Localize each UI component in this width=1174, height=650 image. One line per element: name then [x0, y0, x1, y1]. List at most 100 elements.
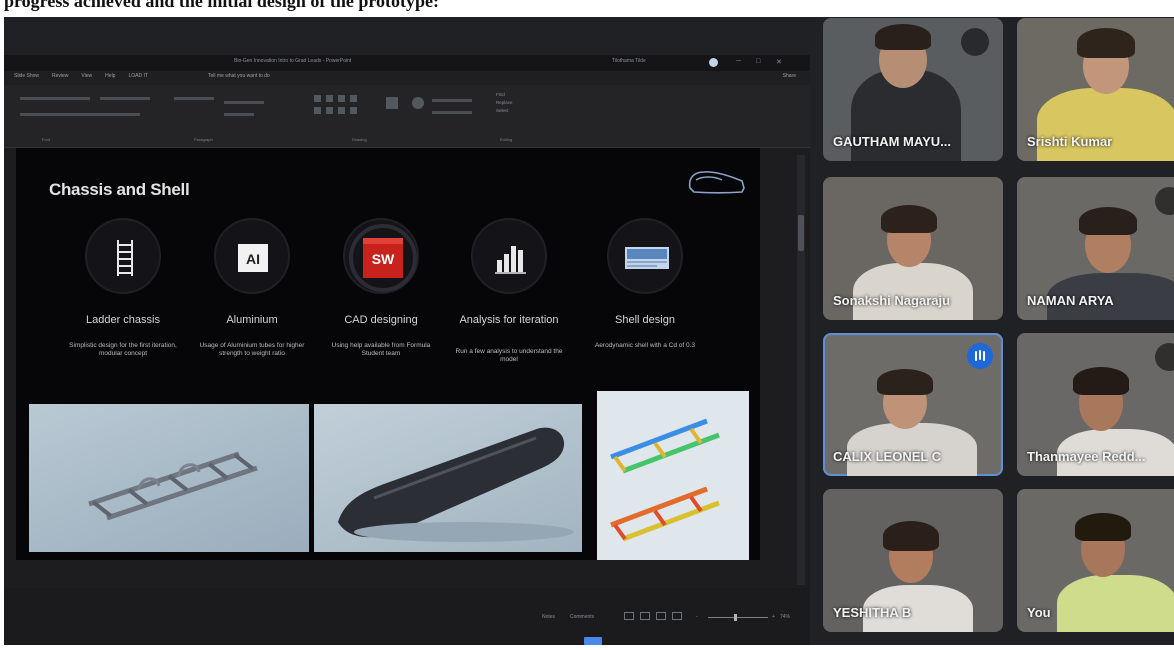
replace-button[interactable]: Replace	[496, 100, 513, 105]
powerpoint-titlebar: Bio-Gen Innovation Intro to Grad Leads -…	[4, 55, 810, 71]
participant-video	[1037, 88, 1174, 161]
feature-title: Aluminium	[226, 314, 278, 326]
shape-fill-control[interactable]	[432, 99, 472, 102]
ribbon-paragraph-row[interactable]	[224, 101, 264, 104]
menu-tab-view[interactable]: View	[81, 73, 92, 79]
zoom-level[interactable]: 74%	[780, 614, 790, 620]
ribbon-group-paragraph: Paragraph	[194, 137, 213, 142]
ribbon-paragraph-row[interactable]	[224, 113, 254, 116]
find-button[interactable]: Find	[496, 92, 505, 97]
minimize-icon[interactable]: ─	[736, 58, 741, 65]
shell-render	[314, 404, 582, 552]
shared-screen: Bio-Gen Innovation Intro to Grad Leads -…	[4, 55, 810, 645]
account-name[interactable]: Tilothama Tilde	[612, 58, 646, 64]
participant-tile[interactable]: NAMAN ARYA	[1017, 177, 1174, 320]
ribbon-group-font: Font	[42, 137, 51, 142]
aluminium-symbol: AI	[246, 251, 260, 267]
select-button[interactable]: Select	[496, 108, 509, 113]
participant-hair	[1075, 513, 1131, 541]
participant-name: NAMAN ARYA	[1027, 293, 1114, 308]
normal-view-icon[interactable]	[624, 612, 634, 620]
shape-icon[interactable]	[350, 95, 357, 102]
participant-name: GAUTHAM MAYU...	[833, 134, 951, 149]
menu-tab-help[interactable]: Help	[105, 73, 115, 79]
reading-view-icon[interactable]	[656, 612, 666, 620]
feature-description: Aerodynamic shell with a Cd of 0.3	[594, 342, 696, 349]
participant-video	[853, 263, 973, 320]
comments-button[interactable]: Comments	[570, 614, 594, 620]
slideshow-icon[interactable]	[672, 612, 682, 620]
participant-tile-active[interactable]: CALIX LEONEL C	[823, 333, 1003, 476]
participant-hair	[1073, 367, 1129, 395]
slide-sorter-icon[interactable]	[640, 612, 650, 620]
zoom-slider-thumb[interactable]	[734, 614, 737, 621]
analysis-render	[597, 391, 749, 560]
participant-name: Sonakshi Nagaraju	[833, 293, 951, 308]
ladder-icon	[85, 218, 161, 294]
shape-icon[interactable]	[338, 95, 345, 102]
shape-icon[interactable]	[350, 107, 357, 114]
shape-icon[interactable]	[326, 95, 333, 102]
vertical-scrollbar[interactable]	[797, 155, 805, 585]
menu-tab-load-it[interactable]: LOAD IT	[128, 73, 147, 79]
speaking-indicator-icon	[967, 343, 993, 369]
menu-tabs: Slide Show Review View Help LOAD IT	[14, 73, 148, 79]
mic-off-icon	[1155, 187, 1174, 215]
document-title: Bio-Gen Innovation Intro to Grad Leads -…	[234, 58, 352, 64]
share-button[interactable]: Share	[783, 73, 796, 79]
scrollbar-thumb[interactable]	[798, 215, 804, 251]
quick-styles-icon[interactable]	[412, 97, 424, 109]
ribbon-font-control[interactable]	[20, 97, 90, 100]
mic-off-icon	[1155, 343, 1174, 371]
participant-name: Thanmayee Redd...	[1027, 449, 1146, 464]
feature-title: Shell design	[615, 314, 675, 326]
participant-tile[interactable]: Srishti Kumar	[1017, 18, 1174, 161]
participant-name: YESHITHA B	[833, 605, 912, 620]
ribbon-font-format-row[interactable]	[20, 113, 140, 116]
shape-outline-control[interactable]	[432, 111, 472, 114]
participant-tile[interactable]: YESHITHA B	[823, 489, 1003, 632]
participant-name: You	[1027, 605, 1051, 620]
zoom-in-icon[interactable]: +	[772, 614, 775, 620]
shape-icon[interactable]	[314, 107, 321, 114]
menu-tab-slide-show[interactable]: Slide Show	[14, 73, 39, 79]
close-icon[interactable]: ✕	[776, 58, 782, 66]
solidworks-icon: SW	[343, 218, 419, 294]
arrange-icon[interactable]	[386, 97, 398, 109]
bottom-strip	[0, 645, 1174, 650]
status-bar: Notes Comments - + 74%	[4, 605, 810, 631]
meeting-indicator[interactable]	[584, 637, 602, 645]
bar-chart-icon	[471, 218, 547, 294]
shared-screen-bottom	[4, 631, 810, 645]
participant-name: Srishti Kumar	[1027, 134, 1113, 149]
participant-hair	[1079, 207, 1137, 235]
zoom-out-icon[interactable]: -	[696, 614, 698, 620]
account-avatar[interactable]	[709, 58, 718, 67]
zoom-slider[interactable]	[708, 617, 768, 618]
ribbon-font-size-control[interactable]	[100, 97, 150, 100]
menu-tab-review[interactable]: Review	[52, 73, 68, 79]
participant-tile[interactable]: Thanmayee Redd...	[1017, 333, 1174, 476]
feature-description: Run a few analysis to understand the mod…	[455, 348, 563, 363]
feature-description: Using help available from Formula Studen…	[331, 342, 431, 357]
tell-me-search[interactable]: Tell me what you want to do	[208, 73, 270, 79]
slide-canvas[interactable]: Chassis and Shell AI SW Ladder chassis A…	[16, 148, 760, 560]
shell-icon	[607, 218, 683, 294]
participant-tile[interactable]: GAUTHAM MAYU...	[823, 18, 1003, 161]
shape-icon[interactable]	[314, 95, 321, 102]
meeting-window: Bio-Gen Innovation Intro to Grad Leads -…	[4, 17, 1174, 645]
notes-button[interactable]: Notes	[542, 614, 555, 620]
ribbon-paragraph-row[interactable]	[174, 97, 214, 100]
ribbon: Find Replace Select Font Paragraph Drawi…	[4, 85, 810, 148]
slide-title: Chassis and Shell	[49, 180, 190, 199]
participant-tile[interactable]: You	[1017, 489, 1174, 632]
solidworks-symbol: SW	[372, 251, 395, 267]
shape-icon[interactable]	[326, 107, 333, 114]
participant-name: CALIX LEONEL C	[833, 449, 942, 464]
participant-tile[interactable]: Sonakshi Nagaraju	[823, 177, 1003, 320]
ladder-chassis-render	[29, 404, 309, 552]
maximize-icon[interactable]: □	[756, 58, 760, 65]
participant-hair	[883, 521, 939, 551]
mic-off-icon	[961, 28, 989, 56]
shape-icon[interactable]	[338, 107, 345, 114]
